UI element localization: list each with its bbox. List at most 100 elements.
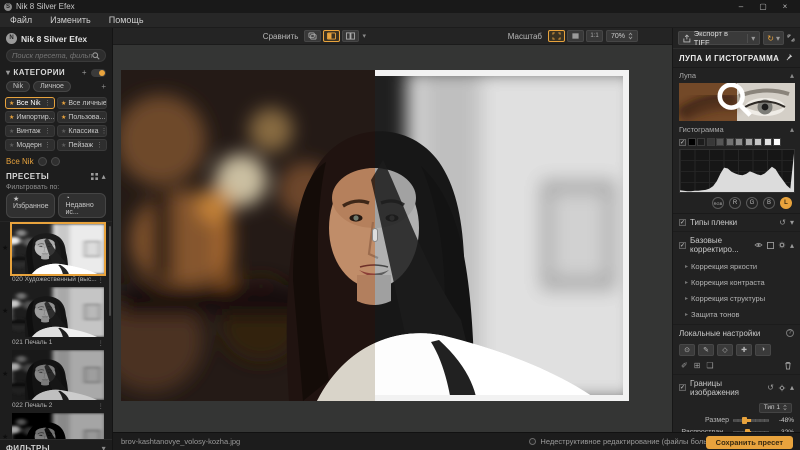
- star-icon[interactable]: ★: [61, 114, 66, 121]
- star-icon[interactable]: ★: [9, 114, 14, 121]
- menu-file[interactable]: Файл: [10, 15, 32, 25]
- category-imported[interactable]: ★Импортир...⋮: [5, 111, 55, 123]
- square-icon[interactable]: ⊞: [694, 361, 701, 370]
- preview-photo[interactable]: [121, 70, 629, 401]
- chevron-up-icon[interactable]: ▴: [790, 241, 794, 250]
- star-icon[interactable]: ★: [61, 142, 66, 149]
- star-icon[interactable]: ★: [2, 244, 8, 252]
- star-icon[interactable]: ★: [61, 100, 66, 107]
- loupe-histogram-header[interactable]: ЛУПА И ГИСТОГРАММА: [673, 48, 800, 68]
- more-icon[interactable]: ⋮: [100, 127, 107, 135]
- zoom-percent-select[interactable]: 70%: [606, 30, 638, 42]
- star-icon[interactable]: ★: [9, 128, 14, 135]
- channel-rgb-button[interactable]: RGB: [712, 197, 724, 209]
- more-icon[interactable]: ⋮: [44, 99, 51, 107]
- tone-swatch[interactable]: [726, 138, 734, 146]
- line-tool[interactable]: ✚: [736, 344, 752, 356]
- tone-swatch[interactable]: [764, 138, 772, 146]
- export-tiff-button[interactable]: Экспорт в TIFF ▾: [678, 31, 760, 45]
- histogram-toggle-icon[interactable]: [767, 242, 774, 249]
- loupe-subheader[interactable]: Лупа ▴: [673, 68, 800, 82]
- category-vintage[interactable]: ★Винтаж⋮: [5, 125, 55, 137]
- tab-nik[interactable]: Nik: [6, 81, 30, 92]
- preset-item-021[interactable]: ★ 021 Печаль 1⋮: [0, 285, 112, 348]
- chevron-down-icon[interactable]: ▾: [790, 218, 794, 227]
- chevron-down-icon[interactable]: ▾: [747, 34, 755, 43]
- filters-section[interactable]: ФИЛЬТРЫ ▾: [0, 439, 112, 450]
- zoom-100-button[interactable]: 1:1: [586, 30, 603, 42]
- presets-header-row[interactable]: ПРЕСЕТЫ ▴: [0, 168, 112, 183]
- swatch-checkbox[interactable]: ✓: [679, 139, 686, 146]
- basic-adjustments-checkbox[interactable]: ✓: [679, 242, 686, 249]
- preset-list[interactable]: ★ 020 Художественный (выс...⋮ ★ 021 Печа…: [0, 221, 112, 439]
- histogram-subheader[interactable]: Гистограмма ▴: [673, 122, 800, 136]
- tab-personal[interactable]: Личное: [33, 81, 71, 92]
- help-icon[interactable]: ?: [786, 329, 794, 337]
- tone-swatch[interactable]: [773, 138, 781, 146]
- channel-r-button[interactable]: R: [729, 197, 741, 209]
- recent-filter-pill[interactable]: ◔ Недавно ис...: [58, 193, 106, 218]
- adjustment-brightness[interactable]: ▸Коррекция яркости: [673, 258, 800, 274]
- star-icon[interactable]: ★: [9, 100, 14, 107]
- preset-thumbnail[interactable]: [12, 413, 104, 439]
- menu-help[interactable]: Помощь: [109, 15, 144, 25]
- eye-icon[interactable]: [754, 242, 763, 248]
- tone-swatch[interactable]: [707, 138, 715, 146]
- add-tab-button[interactable]: +: [101, 82, 106, 91]
- film-types-row[interactable]: ✓ Типы пленки ↺ ▾: [673, 214, 800, 232]
- minimize-button[interactable]: –: [730, 2, 752, 11]
- preset-thumbnail[interactable]: [12, 287, 104, 337]
- collapse-panel-icon[interactable]: [787, 34, 795, 42]
- star-icon[interactable]: ★: [2, 433, 8, 439]
- tone-swatch[interactable]: [754, 138, 762, 146]
- more-icon[interactable]: ⋮: [44, 127, 51, 135]
- adjustment-contrast[interactable]: ▸Коррекция контраста: [673, 274, 800, 290]
- reset-icon[interactable]: ↺: [779, 218, 786, 227]
- sync-button[interactable]: ↻ ▾: [763, 31, 784, 45]
- chevron-down-icon[interactable]: ▾: [776, 34, 780, 43]
- loupe-preview[interactable]: [679, 83, 795, 121]
- pin-icon[interactable]: [786, 53, 794, 61]
- tone-swatch[interactable]: [735, 138, 743, 146]
- categories-header-row[interactable]: ▾ КАТЕГОРИИ +: [0, 64, 112, 79]
- category-landscape[interactable]: ★Пейзаж⋮: [57, 139, 107, 151]
- nondestructive-checkbox[interactable]: [529, 438, 536, 445]
- film-types-checkbox[interactable]: ✓: [679, 219, 686, 226]
- compare-sidebyside-button[interactable]: [342, 30, 359, 42]
- adjustment-tones[interactable]: ▸Защита тонов: [673, 306, 800, 325]
- preset-thumbnail[interactable]: [12, 224, 104, 274]
- chevron-up-icon[interactable]: ▴: [102, 172, 106, 181]
- zoom-fill-button[interactable]: [567, 30, 584, 42]
- preset-scrollbar[interactable]: [109, 226, 111, 316]
- image-canvas[interactable]: [113, 45, 672, 432]
- tone-swatch[interactable]: [688, 138, 696, 146]
- compare-split-view-button[interactable]: [323, 30, 340, 42]
- channel-g-button[interactable]: G: [746, 197, 758, 209]
- categories-toggle[interactable]: [91, 69, 106, 77]
- more-icon[interactable]: ⋮: [44, 141, 51, 149]
- compare-single-view-button[interactable]: [304, 30, 321, 42]
- chevron-down-icon[interactable]: ▾: [362, 32, 366, 40]
- preset-thumbnail[interactable]: [12, 350, 104, 400]
- search-input[interactable]: [12, 51, 92, 60]
- more-icon[interactable]: ⋮: [98, 276, 105, 284]
- gear-icon[interactable]: [778, 241, 786, 249]
- maximize-button[interactable]: ▢: [752, 2, 774, 11]
- category-classic[interactable]: ★Классика⋮: [57, 125, 107, 137]
- save-preset-button[interactable]: Сохранить пресет: [706, 436, 793, 449]
- search-box[interactable]: [6, 49, 106, 62]
- close-button[interactable]: ×: [774, 2, 796, 11]
- category-custom[interactable]: ★Пользова...⋮: [57, 111, 107, 123]
- more-icon[interactable]: ⋮: [96, 141, 103, 149]
- slider-handle[interactable]: [742, 417, 747, 424]
- channel-b-button[interactable]: B: [763, 197, 775, 209]
- trash-icon[interactable]: [784, 361, 792, 370]
- category-nav-button-2[interactable]: [51, 157, 60, 166]
- size-slider[interactable]: [733, 419, 769, 422]
- gear-icon[interactable]: [778, 384, 786, 392]
- reset-icon[interactable]: ↺: [767, 383, 774, 392]
- tone-swatch[interactable]: [697, 138, 705, 146]
- more-icon[interactable]: ⋮: [98, 339, 105, 347]
- star-icon[interactable]: ★: [61, 128, 66, 135]
- category-all-nik[interactable]: ★Все Nik⋮: [5, 97, 55, 109]
